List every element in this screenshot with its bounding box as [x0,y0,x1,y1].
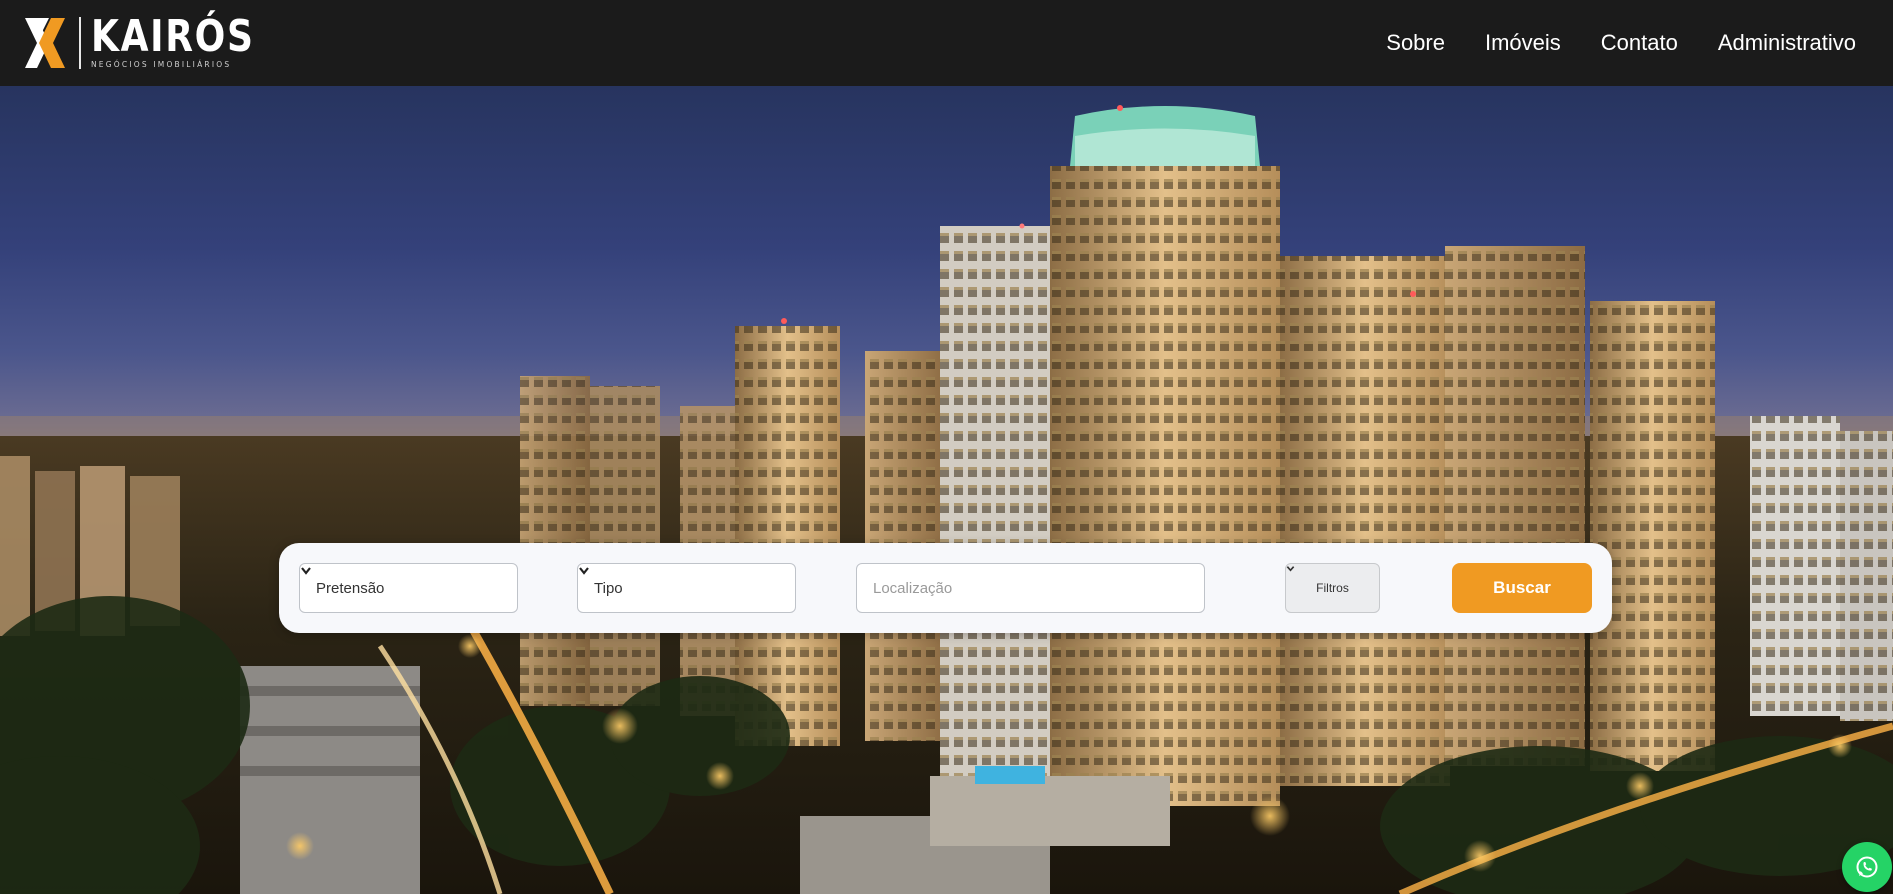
whatsapp-icon [1856,856,1878,878]
tipo-value: Tipo [594,579,623,597]
whatsapp-button[interactable] [1842,842,1892,892]
site-header: KAIRÓS NEGÓCIOS IMOBILIÁRIOS Sobre Imóve… [0,0,1893,86]
buscar-button[interactable]: Buscar [1452,563,1592,613]
property-search-bar: Pretensão Tipo Filtros Buscar [279,543,1612,633]
pretensao-value: Pretensão [316,579,385,597]
chevron-down-icon [579,567,589,575]
logo[interactable]: KAIRÓS NEGÓCIOS IMOBILIÁRIOS [25,11,291,70]
nav-administrativo[interactable]: Administrativo [1718,30,1856,56]
city-night-skyline-image [0,105,1893,894]
logo-text: KAIRÓS NEGÓCIOS IMOBILIÁRIOS [91,11,291,70]
filtros-button[interactable]: Filtros [1285,563,1380,613]
filtros-label: Filtros [1316,581,1349,595]
pretensao-select[interactable]: Pretensão [299,563,518,613]
hero-banner: Pretensão Tipo Filtros Buscar [0,86,1893,894]
main-nav: Sobre Imóveis Contato Administrativo [1386,30,1856,56]
kairos-logo-icon [25,18,65,68]
logo-divider [79,17,81,69]
nav-sobre[interactable]: Sobre [1386,30,1445,56]
nav-contato[interactable]: Contato [1601,30,1678,56]
chevron-down-icon [301,567,311,575]
brand-name: KAIRÓS [91,11,255,62]
localizacao-input[interactable] [856,563,1205,613]
chevron-down-icon [1286,566,1295,572]
tipo-select[interactable]: Tipo [577,563,796,613]
nav-imoveis[interactable]: Imóveis [1485,30,1561,56]
